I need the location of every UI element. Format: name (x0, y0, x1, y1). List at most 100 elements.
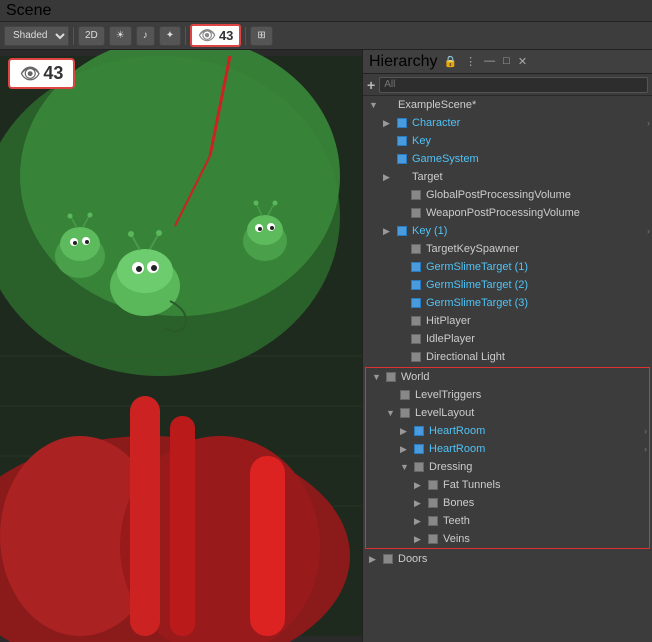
cube-idleplayer (409, 332, 423, 346)
hierarchy-expand-icon[interactable]: □ (501, 54, 512, 69)
hierarchy-lock-icon[interactable]: 🔒 (441, 54, 459, 69)
tree-item-teeth[interactable]: Teeth (366, 512, 649, 530)
world-section: 👁 👁 👁 👁 👁 👁 👁 👁 👁 👁 World (365, 367, 650, 549)
label-dressing: Dressing (429, 461, 647, 473)
hierarchy-header-icons: 🔒 ⋮ — □ ✕ (441, 54, 529, 69)
tree-item-gamesystem[interactable]: GameSystem (363, 150, 652, 168)
cube-targetkey (409, 242, 423, 256)
label-heartroom1: HeartRoom (429, 425, 642, 437)
effects-button[interactable]: ✦ (159, 26, 181, 46)
tree-item-heartroom2[interactable]: HeartRoom › (366, 440, 649, 458)
toolbar-divider-2 (185, 27, 186, 45)
arrow-fattunnels (414, 480, 426, 491)
cube-germ3 (409, 296, 423, 310)
cube-character (395, 116, 409, 130)
tree-item-germ1[interactable]: GermSlimeTarget (1) (363, 258, 652, 276)
tree-item-key[interactable]: Key (363, 132, 652, 150)
arrow-key2 (383, 226, 395, 237)
cube-weaponpost (409, 206, 423, 220)
label-veins: Veins (443, 533, 647, 545)
audio-button[interactable]: ♪ (136, 26, 155, 46)
arrow-example-scene (369, 100, 381, 110)
tree-item-key2[interactable]: Key (1) › (363, 222, 652, 240)
label-germ3: GermSlimeTarget (3) (426, 297, 650, 309)
tree-item-fattunnels[interactable]: Fat Tunnels (366, 476, 649, 494)
hierarchy-title: Hierarchy (369, 53, 437, 71)
tree-item-world[interactable]: World (366, 368, 649, 386)
label-dirlight: Directional Light (426, 351, 650, 363)
light-button[interactable]: ☀ (109, 26, 132, 46)
cube-dressing (412, 460, 426, 474)
arrow-heartroom2 (400, 444, 412, 455)
cube-target (395, 170, 409, 184)
tree-item-veins[interactable]: Veins (366, 530, 649, 548)
label-leveltriggers: LevelTriggers (415, 389, 647, 401)
arrow-veins (414, 534, 426, 545)
cube-germ1 (409, 260, 423, 274)
tree-item-germ3[interactable]: GermSlimeTarget (3) (363, 294, 652, 312)
tree-item-character[interactable]: Character › (363, 114, 652, 132)
gizmo-eye-icon: 👁 (198, 27, 216, 44)
add-hierarchy-button[interactable]: + (367, 77, 375, 93)
arrow-target (383, 172, 395, 183)
cube-gamesystem (395, 152, 409, 166)
tree-item-dirlight[interactable]: Directional Light (363, 348, 652, 366)
gizmo-number: 43 (219, 28, 233, 43)
cube-fattunnels (426, 478, 440, 492)
cube-dirlight (409, 350, 423, 364)
toolbar-divider-1 (73, 27, 74, 45)
tree-item-doors[interactable]: Doors (363, 550, 652, 568)
hierarchy-tree[interactable]: ExampleScene* Character › Key (363, 96, 652, 642)
2d-label: 2D (85, 30, 98, 41)
grid-button[interactable]: ⊞ (250, 26, 272, 46)
hierarchy-close-icon[interactable]: ✕ (516, 54, 529, 69)
gizmo-count-display[interactable]: 👁 43 (190, 24, 241, 47)
tree-item-dressing[interactable]: Dressing (366, 458, 649, 476)
label-levellayout: LevelLayout (415, 407, 647, 419)
tree-item-germ2[interactable]: GermSlimeTarget (2) (363, 276, 652, 294)
tree-item-targetkey[interactable]: TargetKeySpawner (363, 240, 652, 258)
hierarchy-menu-icon[interactable]: ⋮ (463, 54, 478, 69)
gizmo-overlay-count: 43 (43, 63, 63, 84)
hierarchy-panel: Hierarchy 🔒 ⋮ — □ ✕ + ExampleScene* (362, 50, 652, 642)
tree-item-levellayout[interactable]: LevelLayout (366, 404, 649, 422)
label-gamesystem: GameSystem (412, 153, 650, 165)
tree-item-weaponpost[interactable]: WeaponPostProcessingVolume (363, 204, 652, 222)
scene-tab-label: Scene (6, 2, 51, 20)
hierarchy-minimize-icon[interactable]: — (482, 54, 497, 69)
main-content: 👁 43 Hierarchy 🔒 ⋮ — □ ✕ + Ex (0, 50, 652, 642)
tree-item-idleplayer[interactable]: IdlePlayer (363, 330, 652, 348)
cube-heartroom2 (412, 442, 426, 456)
tree-item-hitplayer[interactable]: HitPlayer (363, 312, 652, 330)
label-world: World (401, 371, 647, 383)
gizmo-overlay[interactable]: 👁 43 (8, 58, 75, 89)
arrow-bones (414, 498, 426, 509)
hierarchy-toolbar: + (363, 74, 652, 96)
chevron-heartroom2: › (644, 444, 647, 454)
tree-item-bones[interactable]: Bones (366, 494, 649, 512)
arrow-heartroom1 (400, 426, 412, 437)
tree-item-heartroom1[interactable]: HeartRoom › (366, 422, 649, 440)
cube-bones (426, 496, 440, 510)
arrow-character (383, 118, 395, 129)
label-key2: Key (1) (412, 225, 645, 237)
toolbar-divider-3 (245, 27, 246, 45)
2d-toggle-button[interactable]: 2D (78, 26, 105, 46)
tree-item-example-scene[interactable]: ExampleScene* (363, 96, 652, 114)
tree-item-target[interactable]: Target (363, 168, 652, 186)
chevron-character: › (647, 118, 650, 128)
label-character: Character (412, 117, 645, 129)
shading-mode-select[interactable]: Shaded (4, 26, 69, 46)
label-idleplayer: IdlePlayer (426, 333, 650, 345)
hierarchy-search-input[interactable] (379, 77, 648, 93)
cube-key2 (395, 224, 409, 238)
label-hitplayer: HitPlayer (426, 315, 650, 327)
tree-item-globalpost[interactable]: GlobalPostProcessingVolume (363, 186, 652, 204)
label-example-scene: ExampleScene* (398, 99, 650, 111)
label-heartroom2: HeartRoom (429, 443, 642, 455)
cube-leveltriggers (398, 388, 412, 402)
scene-view[interactable]: 👁 43 (0, 50, 362, 642)
tree-item-leveltriggers[interactable]: LevelTriggers (366, 386, 649, 404)
cube-world (384, 370, 398, 384)
hierarchy-header: Hierarchy 🔒 ⋮ — □ ✕ (363, 50, 652, 74)
